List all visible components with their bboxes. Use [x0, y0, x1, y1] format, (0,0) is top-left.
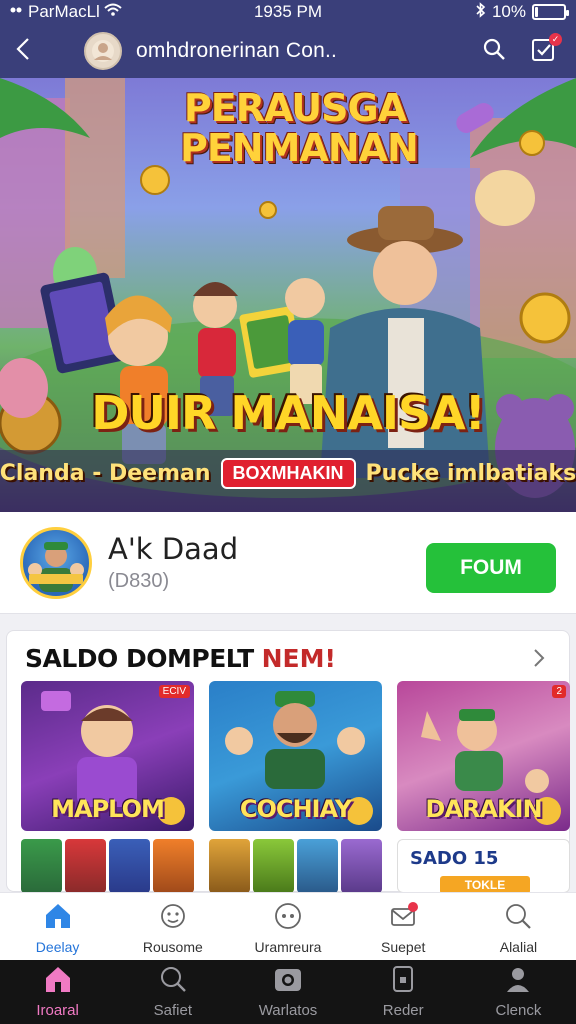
search-icon: [159, 965, 187, 998]
profile-icon: [504, 965, 532, 998]
wallet-section: SALDO DOMPELT NEM! ECIV MAPLOM COCHIAY 2…: [6, 630, 570, 894]
hero-title: PERAUSGA PENMANAN: [180, 86, 419, 170]
mini-thumb[interactable]: [209, 839, 250, 893]
home-icon: [43, 965, 73, 998]
bnav-label: Safiet: [153, 1002, 192, 1019]
hero-sub-right: Pucke imlbatiaks: [365, 461, 576, 486]
chevron-left-icon: [16, 37, 30, 66]
thumb-group: [209, 839, 382, 893]
search-icon: [501, 899, 535, 933]
bnav-label: Warlatos: [258, 1002, 318, 1019]
mini-thumb[interactable]: [341, 839, 382, 893]
back-button[interactable]: [0, 24, 46, 78]
battery-percent: 10%: [491, 2, 526, 21]
promo-thumb[interactable]: SADO 15 TOKLE: [397, 839, 570, 894]
follow-button[interactable]: FOUM: [426, 542, 556, 593]
game-card-tag: 2: [552, 685, 566, 698]
tab-label: Deelay: [35, 938, 80, 955]
mail-icon: [386, 899, 420, 933]
status-right: 10%: [476, 1, 569, 23]
bnav-label: Clenck: [495, 1002, 542, 1019]
tasks-button[interactable]: ✓: [528, 33, 562, 67]
tab-suepet[interactable]: Suepet: [346, 893, 461, 960]
tab-deelay[interactable]: Deelay: [0, 893, 115, 960]
carrier-name: ParMacLl: [28, 2, 100, 21]
search-icon: [482, 37, 506, 66]
hero-subline: Clanda - Deeman BOXMHAKIN Pucke imlbatia…: [0, 458, 576, 489]
notification-badge: ✓: [549, 33, 562, 46]
bnav-clenck[interactable]: Clenck: [461, 960, 576, 1024]
hero-slogan: DUIR MANAISA!: [91, 386, 485, 440]
game-card[interactable]: ECIV MAPLOM: [21, 681, 194, 831]
bnav-label: Reder: [382, 1002, 424, 1019]
battery-level: [535, 7, 538, 17]
bnav-label: Iroaral: [36, 1002, 79, 1019]
hero-banner[interactable]: PERAUSGA PENMANAN DUIR MANAISA! Clanda -…: [0, 78, 576, 512]
bottom-nav: Iroaral Safiet Warlatos Reder Clenck: [0, 960, 576, 1024]
profile-row: A'k Daad (D830) FOUM: [0, 512, 576, 614]
search-button[interactable]: [478, 35, 510, 67]
game-card[interactable]: 2 DARAKIN: [397, 681, 570, 831]
hero-sub-left: Clanda - Deeman: [0, 461, 211, 486]
mini-thumb[interactable]: [65, 839, 106, 893]
section-title: SALDO DOMPELT: [25, 643, 254, 673]
tab-uramreura[interactable]: Uramreura: [230, 893, 345, 960]
game-card-tag: ECIV: [158, 685, 190, 698]
game-card[interactable]: COCHIAY: [209, 681, 382, 831]
tab-label: Uramreura: [254, 938, 322, 955]
page-title: omhdronerinan Con..: [136, 39, 338, 62]
status-left: ParMacLl: [10, 2, 122, 22]
section-title-accent: NEM!: [261, 643, 336, 673]
face-icon: [156, 899, 190, 933]
camera-icon: [273, 965, 303, 998]
status-bar: ParMacLl 1935 PM 10%: [0, 0, 576, 24]
tab-bar: Deelay Rousome Uramreura Suepet Alalial: [0, 892, 576, 960]
game-card-label: DARAKIN: [425, 795, 542, 823]
header-actions: ✓: [478, 33, 576, 67]
mini-thumb[interactable]: [109, 839, 150, 893]
promo-text: SADO 15: [410, 848, 499, 869]
tab-alalial[interactable]: Alalial: [461, 893, 576, 960]
profile-info: A'k Daad (D830): [108, 532, 238, 593]
section-header[interactable]: SALDO DOMPELT NEM!: [7, 631, 569, 685]
mini-thumb[interactable]: [253, 839, 294, 893]
game-card-label: MAPLOM: [51, 795, 165, 823]
bnav-iroaral[interactable]: Iroaral: [0, 960, 115, 1024]
signal-icon: [10, 2, 24, 22]
battery-icon: [532, 4, 569, 20]
game-cards: ECIV MAPLOM COCHIAY 2 DARAKIN: [21, 681, 570, 831]
hero-badge[interactable]: BOXMHAKIN: [220, 458, 356, 489]
bnav-warlatos[interactable]: Warlatos: [230, 960, 345, 1024]
game-card-label: COCHIAY: [239, 795, 352, 823]
tab-label: Suepet: [381, 938, 426, 955]
mini-thumb[interactable]: [21, 839, 62, 893]
home-icon: [41, 899, 75, 933]
profile-avatar[interactable]: [20, 526, 92, 599]
phone-icon: [391, 965, 415, 998]
thumbnail-row: SADO 15 TOKLE: [21, 839, 570, 894]
profile-name: A'k Daad: [108, 532, 239, 566]
header-avatar[interactable]: [84, 32, 122, 70]
profile-subtitle: (D830): [108, 570, 170, 592]
mini-thumb[interactable]: [297, 839, 338, 893]
tab-label: Rousome: [142, 938, 203, 955]
mini-thumb[interactable]: [153, 839, 194, 893]
chevron-right-icon[interactable]: [527, 646, 551, 670]
tab-label: Alalial: [499, 938, 538, 955]
thumb-group: [21, 839, 194, 893]
wifi-icon: [104, 2, 122, 22]
bnav-safiet[interactable]: Safiet: [115, 960, 230, 1024]
tab-rousome[interactable]: Rousome: [115, 893, 230, 960]
bnav-reder[interactable]: Reder: [346, 960, 461, 1024]
app-header: omhdronerinan Con.. ✓: [0, 24, 576, 78]
chat-dots-icon: [271, 899, 305, 933]
bluetooth-icon: [476, 1, 486, 23]
